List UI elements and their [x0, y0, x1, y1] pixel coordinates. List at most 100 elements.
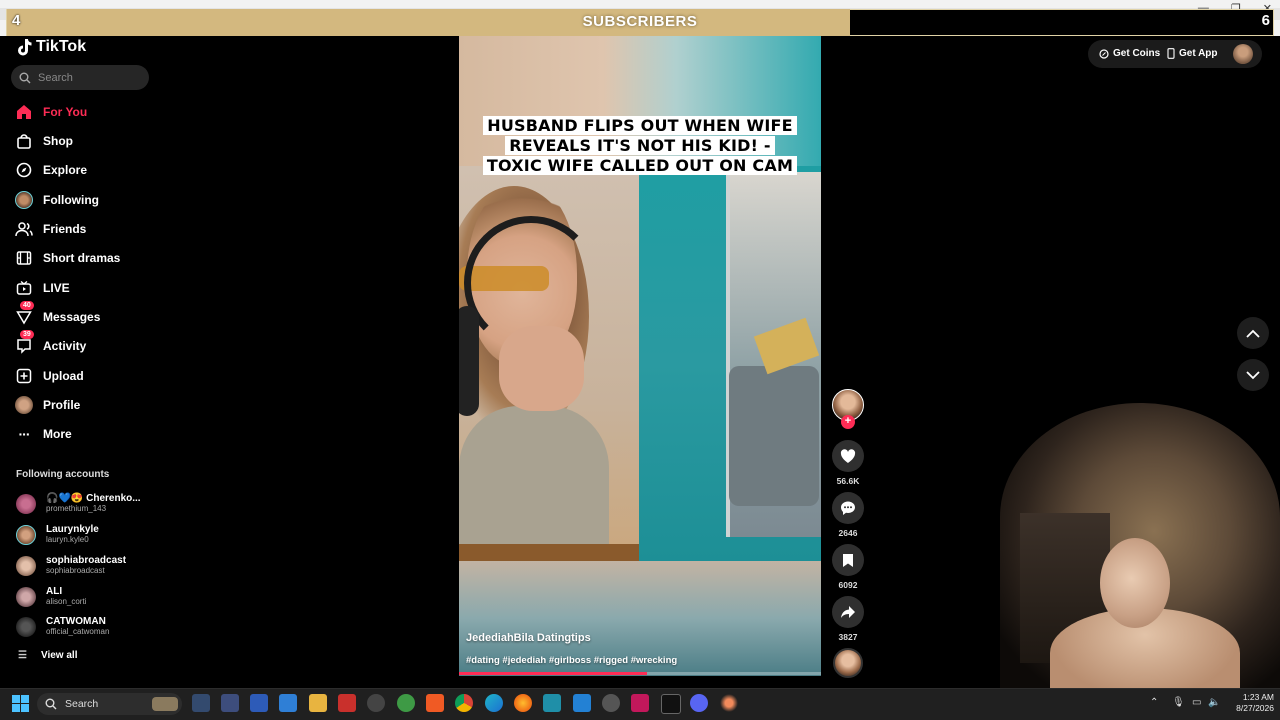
- file-explorer-icon[interactable]: [309, 694, 327, 712]
- app-icon[interactable]: [367, 694, 385, 712]
- like-button[interactable]: [832, 440, 864, 472]
- account-name: ALI: [46, 586, 63, 597]
- save-button[interactable]: [832, 544, 864, 576]
- friends-icon: [14, 219, 34, 239]
- app-icon[interactable]: [250, 694, 268, 712]
- app-icon[interactable]: [279, 694, 297, 712]
- nav-shop[interactable]: Shop: [14, 129, 73, 153]
- search-icon: [45, 698, 57, 710]
- account-name: Laurynkyle: [46, 524, 99, 535]
- taskbar-search[interactable]: Search: [37, 693, 182, 715]
- nav-upload[interactable]: Upload: [14, 364, 84, 388]
- following-account[interactable]: Laurynkyle lauryn.kyle0: [16, 524, 99, 545]
- nav-short-dramas[interactable]: Short dramas: [14, 246, 120, 270]
- view-all-link[interactable]: ☰ View all: [18, 650, 77, 661]
- get-app-button[interactable]: Get App: [1167, 48, 1218, 59]
- nav-label: Following: [43, 193, 99, 207]
- save-count: 6092: [838, 580, 858, 590]
- search-highlight-icon: [152, 697, 178, 711]
- more-dots-icon: ···: [18, 426, 31, 442]
- nav-messages[interactable]: 40 Messages: [14, 301, 100, 329]
- get-app-label: Get App: [1179, 48, 1218, 59]
- brave-browser-icon[interactable]: [426, 694, 444, 712]
- app-icon[interactable]: [602, 694, 620, 712]
- app-icon[interactable]: [192, 694, 210, 712]
- nav-following[interactable]: Following: [14, 188, 99, 212]
- firefox-icon[interactable]: [514, 694, 532, 712]
- comment-button[interactable]: [832, 492, 864, 524]
- follow-plus-button[interactable]: +: [841, 415, 855, 429]
- video-author[interactable]: JedediahBila Datingtips: [466, 632, 591, 644]
- clock-date: 8/27/2026: [1236, 703, 1274, 713]
- app-icon[interactable]: [720, 694, 738, 712]
- account-name: CATWOMAN: [46, 616, 106, 627]
- video-headline-text: HUSBAND FLIPS OUT WHEN WIFE REVEALS IT'S…: [482, 116, 798, 175]
- share-button[interactable]: [832, 596, 864, 628]
- app-icon[interactable]: [631, 694, 649, 712]
- get-coins-button[interactable]: Get Coins: [1099, 48, 1160, 59]
- following-account[interactable]: CATWOMAN official_catwoman: [16, 616, 109, 637]
- account-avatar: [16, 555, 36, 576]
- account-handle: sophiabroadcast: [46, 566, 105, 575]
- account-handle: lauryn.kyle0: [46, 535, 89, 544]
- tiktok-taskbar-icon[interactable]: [661, 694, 681, 714]
- search-box[interactable]: [11, 65, 149, 90]
- nav-activity[interactable]: 39 Activity: [14, 330, 86, 358]
- nav-for-you[interactable]: For You: [14, 100, 87, 124]
- search-input[interactable]: [36, 70, 140, 85]
- app-icon[interactable]: [221, 694, 239, 712]
- account-avatar: [16, 493, 36, 514]
- subscriber-goal-title: SUBSCRIBERS: [582, 13, 698, 30]
- edge-icon[interactable]: [485, 694, 503, 712]
- profile-avatar-icon: [14, 395, 34, 415]
- account-handle: official_catwoman: [46, 627, 110, 636]
- chevron-up-icon: [1246, 329, 1260, 338]
- view-all-label: View all: [40, 650, 78, 661]
- microphone-icon[interactable]: 🎙: [1172, 697, 1185, 708]
- desk: [459, 544, 639, 561]
- nav-label: Short dramas: [43, 251, 121, 265]
- windows-start-icon[interactable]: [12, 695, 29, 717]
- nav-label: Upload: [43, 369, 84, 383]
- following-account[interactable]: ALI alison_corti: [16, 586, 86, 607]
- phone-icon: [1167, 48, 1175, 59]
- account-handle: promethium_143: [46, 504, 107, 513]
- app-icon[interactable]: [543, 694, 561, 712]
- nav-label: Shop: [43, 134, 73, 148]
- nav-more[interactable]: ··· More: [14, 422, 72, 446]
- nav-friends[interactable]: Friends: [14, 217, 86, 241]
- nav-label: Friends: [43, 222, 87, 236]
- music-disc-avatar[interactable]: [833, 648, 863, 678]
- account-avatar: [16, 586, 36, 607]
- volume-icon[interactable]: 🔈: [1208, 697, 1220, 708]
- app-icon[interactable]: [338, 694, 356, 712]
- account-avatar: [16, 524, 36, 545]
- tiktok-logo[interactable]: TikTok: [16, 38, 86, 56]
- taskbar-clock[interactable]: 1:23 AM 8/27/2026: [1224, 692, 1274, 714]
- nav-label: For You: [43, 105, 88, 119]
- taskbar-search-label: Search: [65, 698, 99, 710]
- video-hashtags[interactable]: #dating #jedediah #girlboss #rigged #wre…: [466, 655, 677, 666]
- tray-chevron-up-icon[interactable]: ⌃: [1150, 697, 1158, 708]
- network-icon[interactable]: ▭: [1192, 697, 1201, 708]
- nav-explore[interactable]: Explore: [14, 158, 87, 182]
- following-account[interactable]: sophiabroadcast sophiabroadcast: [16, 555, 126, 576]
- following-account[interactable]: 🎧💙😍 Cherenko... promethium_143: [16, 493, 141, 514]
- next-video-button[interactable]: [1237, 359, 1269, 391]
- discord-icon[interactable]: [690, 694, 708, 712]
- nav-live[interactable]: LIVE: [14, 276, 70, 300]
- app-icon[interactable]: [397, 694, 415, 712]
- nav-label: Profile: [43, 398, 81, 412]
- nav-profile[interactable]: Profile: [14, 393, 80, 417]
- video-headline: HUSBAND FLIPS OUT WHEN WIFE REVEALS IT'S…: [479, 116, 801, 176]
- woman-hand: [499, 326, 584, 411]
- account-name: 🎧💙😍 Cherenko...: [46, 493, 141, 504]
- webcam-person-head: [1100, 538, 1170, 628]
- video-player[interactable]: HUSBAND FLIPS OUT WHEN WIFE REVEALS IT'S…: [459, 36, 821, 676]
- previous-video-button[interactable]: [1237, 317, 1269, 349]
- nav-label: More: [43, 427, 72, 441]
- share-count: 3827: [838, 632, 858, 642]
- chrome-icon[interactable]: [455, 694, 473, 712]
- user-avatar[interactable]: [1233, 44, 1253, 64]
- vscode-icon[interactable]: [573, 694, 591, 712]
